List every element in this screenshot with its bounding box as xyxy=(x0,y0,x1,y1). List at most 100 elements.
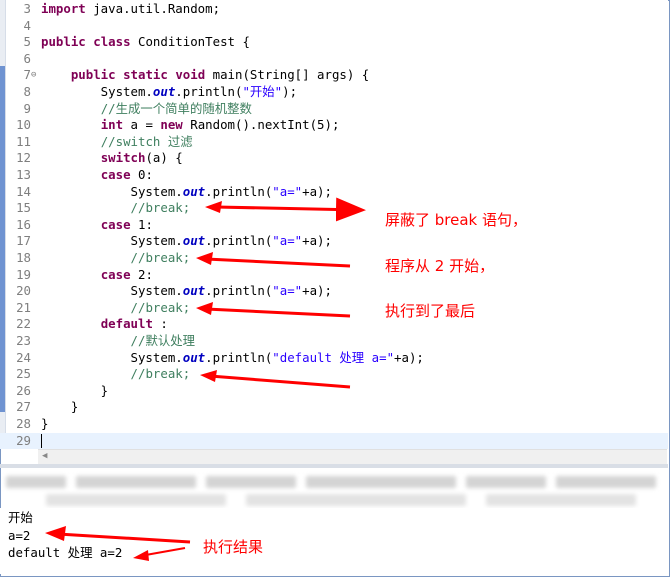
code-token: System. xyxy=(41,283,183,299)
scroll-left-icon[interactable]: ◀ xyxy=(42,451,47,461)
line-number: 16 xyxy=(16,216,31,232)
code-token: 2: xyxy=(130,266,153,282)
code-line[interactable]: 12 switch(a) { xyxy=(0,150,668,167)
code-line[interactable]: 15 //break; xyxy=(0,200,668,217)
code-token: ConditionTest { xyxy=(130,34,250,50)
console-line: a=2 xyxy=(8,528,31,543)
code-line[interactable]: 5 public class ConditionTest { xyxy=(0,34,668,51)
code-token: class xyxy=(93,34,131,50)
code-token: //break; xyxy=(130,366,191,382)
code-line[interactable]: 11 //switch 过滤 xyxy=(0,134,668,151)
code-line[interactable]: 4 xyxy=(0,18,668,35)
line-number: 8 xyxy=(23,84,31,99)
code-token: "default 处理 a=" xyxy=(272,349,395,365)
code-token: +a); xyxy=(302,233,332,249)
code-line[interactable]: 24 System.out.println("default 处理 a="+a)… xyxy=(0,350,668,367)
code-line[interactable]: 26 } xyxy=(0,383,668,400)
line-number: 15 xyxy=(16,200,31,216)
line-number: 4 xyxy=(23,17,31,33)
code-token: default xyxy=(100,316,153,332)
line-number: 25 xyxy=(16,366,31,382)
code-text: //默认处理 xyxy=(41,333,195,350)
code-token: case xyxy=(100,216,131,232)
code-text: System.out.println("a="+a); xyxy=(41,233,332,250)
horizontal-scrollbar[interactable]: ◀ xyxy=(38,449,667,464)
code-token: .println( xyxy=(205,283,273,299)
code-token: //break; xyxy=(130,200,191,216)
code-line[interactable]: 19 case 2: xyxy=(0,267,668,284)
code-text: int a = new Random().nextInt(5); xyxy=(41,117,340,134)
code-line[interactable]: 13 case 0: xyxy=(0,167,668,184)
code-editor[interactable]: 3 import java.util.Random; 4 5 public class … xyxy=(0,0,668,450)
code-token: out xyxy=(182,233,206,249)
code-token: case xyxy=(100,266,131,282)
code-token: out xyxy=(152,84,176,99)
annotation-break-removed: 屏蔽了 break 语句， xyxy=(385,211,528,229)
code-line[interactable]: 22 default : xyxy=(0,316,668,333)
line-number: 9 xyxy=(23,100,31,116)
line-number: 21 xyxy=(16,299,31,315)
code-line[interactable]: 28} xyxy=(0,416,668,433)
code-line[interactable]: 6 xyxy=(0,51,668,68)
code-line[interactable]: 8 System.out.println("开始"); xyxy=(0,84,668,101)
code-text: //break; xyxy=(41,366,191,383)
code-token: : xyxy=(152,316,168,332)
line-number: 28 xyxy=(16,416,31,431)
fold-collapse-icon[interactable]: ⊖ xyxy=(31,67,36,84)
code-line[interactable]: 10 int a = new Random().nextInt(5); xyxy=(0,117,668,134)
console-line: default 处理 a=2 xyxy=(8,545,123,560)
code-token: (a) { xyxy=(145,150,183,166)
code-line[interactable]: 9 //生成一个简单的随机整数 xyxy=(0,101,668,118)
code-line[interactable]: 14 System.out.println("a="+a); xyxy=(0,184,668,201)
annotation-runs-to-end: 执行到了最后 xyxy=(385,302,476,320)
code-line[interactable]: 3 import java.util.Random; xyxy=(0,1,668,18)
line-number: 27 xyxy=(16,399,31,415)
code-token: ); xyxy=(282,84,298,99)
code-token: java.util.Random; xyxy=(85,1,221,16)
panel-divider[interactable] xyxy=(0,464,668,468)
code-token: "a=" xyxy=(272,183,303,199)
code-token: "a=" xyxy=(272,283,303,299)
code-text: //break; xyxy=(41,200,191,217)
code-token: case xyxy=(100,167,131,182)
code-text: System.out.println("a="+a); xyxy=(41,184,332,201)
code-token: void xyxy=(175,67,206,83)
code-token: +a); xyxy=(394,349,424,365)
code-text: switch(a) { xyxy=(41,150,183,167)
code-line[interactable]: 17 System.out.println("a="+a); xyxy=(0,233,668,250)
code-token: 1: xyxy=(130,216,153,232)
code-token: static xyxy=(123,67,168,83)
code-line[interactable]: 27 } xyxy=(0,399,668,416)
code-text: //switch 过滤 xyxy=(41,134,193,151)
code-line[interactable]: 16 case 1: xyxy=(0,217,668,234)
code-line[interactable]: 18 //break; xyxy=(0,250,668,267)
code-text: System.out.println("开始"); xyxy=(41,84,297,101)
code-line[interactable]: 25 //break; xyxy=(0,366,668,383)
annotation-start-from-2: 程序从 2 开始， xyxy=(385,257,495,275)
line-number: 20 xyxy=(16,283,31,299)
code-line[interactable]: 7 ⊖ public static void main(String[] args… xyxy=(0,67,668,84)
code-text: case 0: xyxy=(41,167,153,184)
code-line[interactable]: 29 xyxy=(0,432,668,450)
code-token: +a); xyxy=(302,283,332,299)
code-token: } xyxy=(41,382,109,398)
code-line[interactable]: 20 System.out.println("a="+a); xyxy=(0,283,668,300)
code-token: Random().nextInt(5); xyxy=(182,117,340,133)
code-token: new xyxy=(160,117,183,133)
annotation-result: 执行结果 xyxy=(203,538,264,556)
code-token: out xyxy=(182,349,206,365)
code-line[interactable]: 21 //break; xyxy=(0,300,668,317)
code-line[interactable]: 23 //默认处理 xyxy=(0,333,668,350)
code-token: int xyxy=(100,117,124,133)
